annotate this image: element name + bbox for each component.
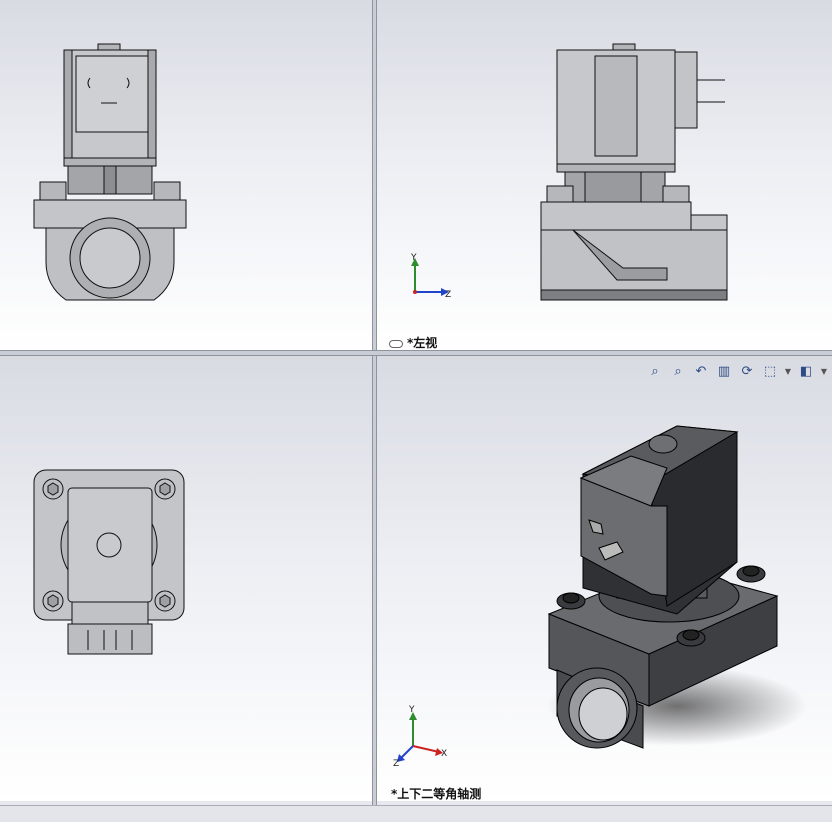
- triad-isometric: Y X Z: [393, 705, 447, 769]
- viewport-top-view[interactable]: [0, 356, 372, 801]
- viewport-front[interactable]: [0, 0, 372, 350]
- viewport-splitter-vertical[interactable]: [372, 0, 377, 805]
- viewport-splitter-horizontal[interactable]: [0, 350, 832, 356]
- viewport-isometric[interactable]: ⌕ ⌕ ↶ ▥ ⟳ ⬚ ▼ ◧ ▼ Y X Z *上下二等角轴测: [377, 356, 832, 801]
- view-label-left: *左视: [389, 334, 437, 350]
- view-label-isometric: *上下二等角轴测: [391, 787, 482, 801]
- triad-y-label: Y: [410, 253, 417, 263]
- link-view-icon: [389, 339, 403, 348]
- triad-left-view: Y Z: [410, 253, 451, 300]
- front-view-model: [33, 43, 187, 301]
- status-bar: [0, 805, 832, 822]
- view-name: *左视: [407, 336, 438, 350]
- triad-z-label: Z: [445, 290, 451, 300]
- top-view-model: [33, 469, 185, 655]
- triad-z-label: Z: [393, 759, 399, 769]
- triad-x-label: X: [441, 749, 447, 759]
- triad-y-label: Y: [408, 705, 415, 715]
- viewport-left-view[interactable]: Y Z *左视: [377, 0, 832, 350]
